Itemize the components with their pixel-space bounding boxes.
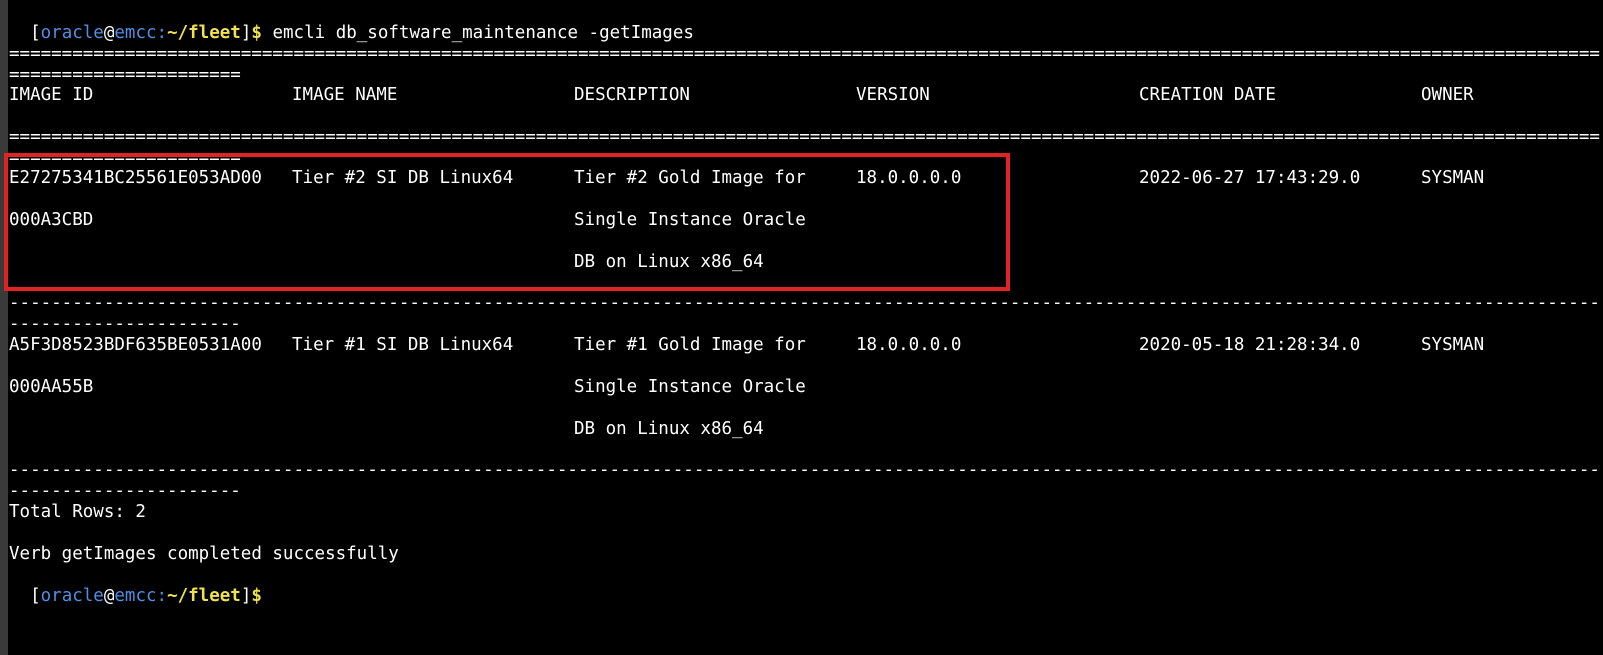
terminal-left-edge [0,0,8,655]
prompt-close-bracket: ] [240,23,252,43]
final-prompt-host: emcc: [114,586,168,606]
final-prompt-close-bracket: ] [240,586,252,606]
prompt-at: @ [103,23,115,43]
row1-creation-date: 2022-06-27 17:43:29.0 [1139,168,1361,188]
row1-version: 18.0.0.0.0 [856,168,962,188]
row2-description-line2: Single Instance Oracle [574,377,806,397]
prompt-user: oracle [40,23,104,43]
row1-image-id-line2: 000A3CBD [9,210,94,230]
row-separator-2: ----------------------------------------… [9,460,1600,501]
row-separator-1: ----------------------------------------… [9,293,1600,334]
row1-image-name: Tier #2 SI DB Linux64 [292,168,514,188]
final-prompt-user: oracle [40,586,104,606]
header-creation-date: CREATION DATE [1139,85,1276,105]
prompt-path: ~/fleet [167,23,241,43]
row1-owner: SYSMAN [1421,168,1485,188]
header-top-separator: ========================================… [9,44,1600,85]
command-text: emcli db_software_maintenance -getImages [261,23,694,43]
row1-description-line1: Tier #2 Gold Image for [574,168,806,188]
final-prompt-line[interactable]: [oracle@emcc:~/fleet]$ [9,565,262,607]
total-rows-text: Total Rows: 2 [9,502,146,522]
header-image-name: IMAGE NAME [292,85,398,105]
row1-description-line2: Single Instance Oracle [574,210,806,230]
final-prompt-dollar: $ [251,586,262,606]
row2-image-name: Tier #1 SI DB Linux64 [292,335,514,355]
row2-owner: SYSMAN [1421,335,1485,355]
header-owner: OWNER [1421,85,1474,105]
prompt-dollar: $ [251,23,262,43]
row1-description-line3: DB on Linux x86_64 [574,252,764,272]
header-version: VERSION [856,85,930,105]
row2-creation-date: 2020-05-18 21:28:34.0 [1139,335,1361,355]
final-prompt-path: ~/fleet [167,586,241,606]
header-bottom-separator: ========================================… [9,127,1600,168]
command-line: [oracle@emcc:~/fleet]$ emcli db_software… [9,2,694,44]
completion-message: Verb getImages completed successfully [9,544,399,564]
prompt-open-bracket: [ [30,23,41,43]
row2-description-line1: Tier #1 Gold Image for [574,335,806,355]
row2-description-line3: DB on Linux x86_64 [574,419,764,439]
final-prompt-at: @ [103,586,115,606]
final-prompt-open-bracket: [ [30,586,41,606]
row2-image-id-line2: 000AA55B [9,377,94,397]
prompt-host: emcc: [114,23,168,43]
row2-version: 18.0.0.0.0 [856,335,962,355]
row2-image-id-line1: A5F3D8523BDF635BE0531A00 [9,335,262,355]
row1-image-id-line1: E27275341BC25561E053AD00 [9,168,262,188]
header-description: DESCRIPTION [574,85,690,105]
header-image-id: IMAGE ID [9,85,94,105]
